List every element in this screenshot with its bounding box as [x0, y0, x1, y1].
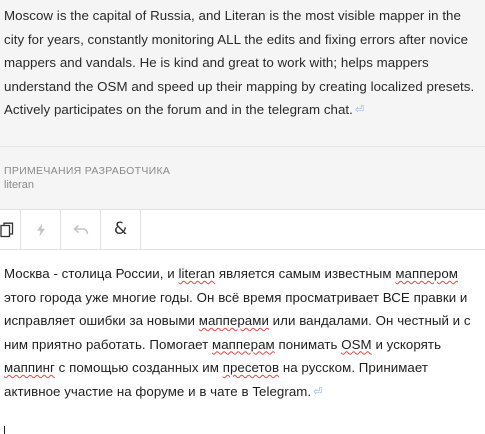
- undo-icon: [73, 224, 89, 236]
- ampersand-icon: &: [113, 219, 128, 239]
- misspelled-word: мапперами: [198, 313, 269, 328]
- special-characters-button[interactable]: &: [101, 210, 141, 249]
- misspelled-word: OSM: [341, 336, 372, 352]
- text-segment: понимать: [274, 336, 342, 352]
- editor-toolbar: &: [0, 209, 485, 250]
- text-segment: с помощью созданных им: [54, 360, 223, 375]
- source-text: Moscow is the capital of Russia, and Lit…: [4, 4, 477, 123]
- lightning-icon: [36, 223, 46, 237]
- misspelled-word: мапперам: [212, 336, 275, 352]
- text-cursor: [4, 426, 5, 434]
- developer-notes-title: ПРИМЕЧАНИЯ РАЗРАБОТЧИКА: [4, 165, 171, 177]
- developer-notes: ПРИМЕЧАНИЯ РАЗРАБОТЧИКА literan: [0, 146, 485, 209]
- text-segment: является самым известным: [215, 266, 396, 281]
- translation-panel[interactable]: Москва - столица России, и literan являе…: [0, 250, 485, 404]
- misspelled-word: маппинг: [4, 360, 55, 375]
- source-text-content: Moscow is the capital of Russia, and Lit…: [4, 8, 475, 117]
- translation-text: Москва - столица России, и literan являе…: [4, 266, 471, 399]
- misspelled-word: literan: [178, 266, 216, 281]
- source-panel: Moscow is the capital of Russia, and Lit…: [0, 0, 485, 146]
- misspelled-word: пресетов: [222, 360, 280, 375]
- text-segment: и ускорять: [371, 336, 442, 352]
- undo-button[interactable]: [61, 210, 101, 249]
- copy-source-button[interactable]: [0, 210, 21, 249]
- return-icon: ⏎: [313, 385, 323, 398]
- translation-editor: Moscow is the capital of Russia, and Lit…: [0, 0, 485, 434]
- machine-translate-button[interactable]: [21, 210, 61, 249]
- text-segment: Москва - столица России, и: [4, 266, 179, 281]
- copy-icon: [0, 222, 14, 238]
- developer-notes-value: literan: [4, 179, 34, 191]
- translation-textarea[interactable]: Москва - столица России, и literan являе…: [4, 262, 479, 404]
- misspelled-word: маппером: [395, 266, 458, 281]
- return-icon: ⏎: [354, 104, 365, 116]
